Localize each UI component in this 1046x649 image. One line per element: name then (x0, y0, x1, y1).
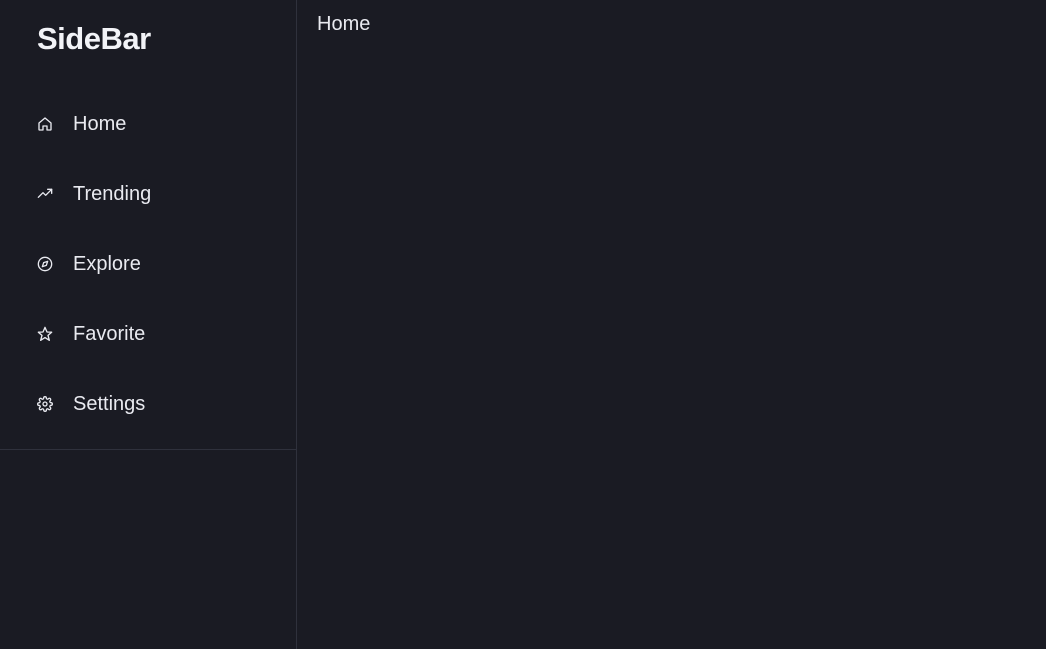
sidebar-item-settings[interactable]: Settings (0, 369, 296, 439)
sidebar-item-label: Home (73, 113, 127, 135)
sidebar: SideBar Home Trending Explore Favorite S… (0, 0, 297, 649)
sidebar-nav: Home Trending Explore Favorite Settings (0, 89, 296, 439)
sidebar-divider (0, 449, 296, 450)
home-icon (37, 116, 53, 132)
app-root: SideBar Home Trending Explore Favorite S… (0, 0, 1046, 649)
sidebar-brand: SideBar (37, 21, 151, 56)
trending-up-icon (37, 186, 53, 202)
main-content: Home (297, 0, 1046, 649)
gear-icon (37, 396, 53, 412)
sidebar-item-label: Trending (73, 183, 152, 205)
sidebar-item-favorite[interactable]: Favorite (0, 299, 296, 369)
star-icon (37, 326, 53, 342)
sidebar-item-explore[interactable]: Explore (0, 229, 296, 299)
sidebar-item-home[interactable]: Home (0, 89, 296, 159)
sidebar-item-trending[interactable]: Trending (0, 159, 296, 229)
page-title: Home (317, 13, 371, 35)
sidebar-item-label: Explore (73, 253, 141, 275)
sidebar-item-label: Settings (73, 393, 146, 415)
compass-icon (37, 256, 53, 272)
sidebar-item-label: Favorite (73, 323, 146, 345)
